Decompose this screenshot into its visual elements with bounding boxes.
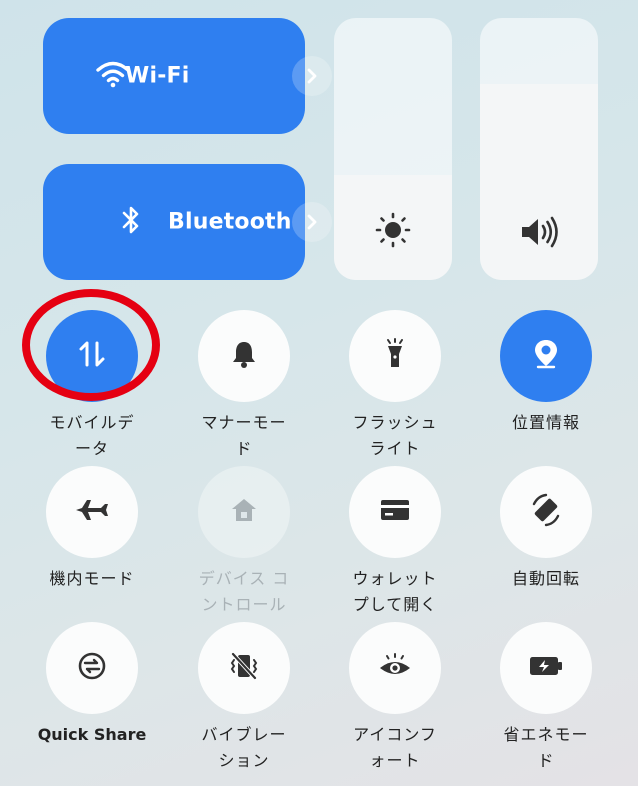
- highlight-circle: [22, 289, 160, 401]
- speaker-icon: [519, 216, 559, 252]
- bluetooth-tile[interactable]: Bluetooth: [43, 164, 332, 280]
- wallet-card-icon: [380, 498, 410, 526]
- device-control-toggle[interactable]: [198, 466, 290, 558]
- wifi-tile[interactable]: Wi-Fi: [43, 18, 332, 134]
- auto-rotate-label: 自動回転: [511, 569, 580, 588]
- power-saving-label: 省エネモー ド: [503, 725, 589, 770]
- volume-slider[interactable]: [480, 18, 598, 280]
- bluetooth-chevron-right-icon[interactable]: [292, 202, 332, 242]
- manner-mode-toggle[interactable]: [198, 310, 290, 402]
- location-label: 位置情報: [511, 413, 580, 432]
- manner-mode-label: マナーモー ド: [201, 413, 287, 458]
- brightness-slider[interactable]: [334, 18, 452, 280]
- eye-comfort-label: アイコンフ ォート: [353, 725, 437, 770]
- bell-icon: [230, 339, 258, 373]
- auto-rotate-toggle[interactable]: [500, 466, 592, 558]
- sun-icon: [375, 212, 411, 252]
- wifi-label: Wi-Fi: [125, 63, 190, 89]
- home-icon: [230, 497, 258, 527]
- device-control-label: デバイス コ ントロール: [198, 569, 290, 614]
- battery-saver-icon: [529, 655, 563, 681]
- wallet-label: ウォレット プして開く: [352, 569, 438, 614]
- mobile-data-label: モバイルデ ータ: [49, 413, 135, 458]
- vibrate-off-icon: [228, 650, 260, 686]
- flashlight-label: フラッシュ ライト: [352, 413, 438, 458]
- quick-share-label: Quick Share: [37, 725, 147, 744]
- bluetooth-icon: [121, 205, 141, 239]
- vibration-label: バイブレー ション: [201, 725, 287, 770]
- flashlight-icon: [383, 338, 407, 374]
- quick-share-toggle[interactable]: [46, 622, 138, 714]
- wallet-toggle[interactable]: [349, 466, 441, 558]
- flashlight-toggle[interactable]: [349, 310, 441, 402]
- power-saving-toggle[interactable]: [500, 622, 592, 714]
- vibration-toggle[interactable]: [198, 622, 290, 714]
- airplane-icon: [74, 496, 110, 528]
- location-icon: [532, 338, 560, 374]
- wifi-chevron-right-icon[interactable]: [292, 56, 332, 96]
- quick-share-icon: [76, 650, 108, 686]
- eye-comfort-toggle[interactable]: [349, 622, 441, 714]
- eye-icon: [378, 652, 412, 684]
- bluetooth-label: Bluetooth: [168, 209, 292, 235]
- rotate-icon: [529, 493, 563, 531]
- location-toggle[interactable]: [500, 310, 592, 402]
- airplane-mode-toggle[interactable]: [46, 466, 138, 558]
- airplane-mode-label: 機内モード: [49, 569, 135, 588]
